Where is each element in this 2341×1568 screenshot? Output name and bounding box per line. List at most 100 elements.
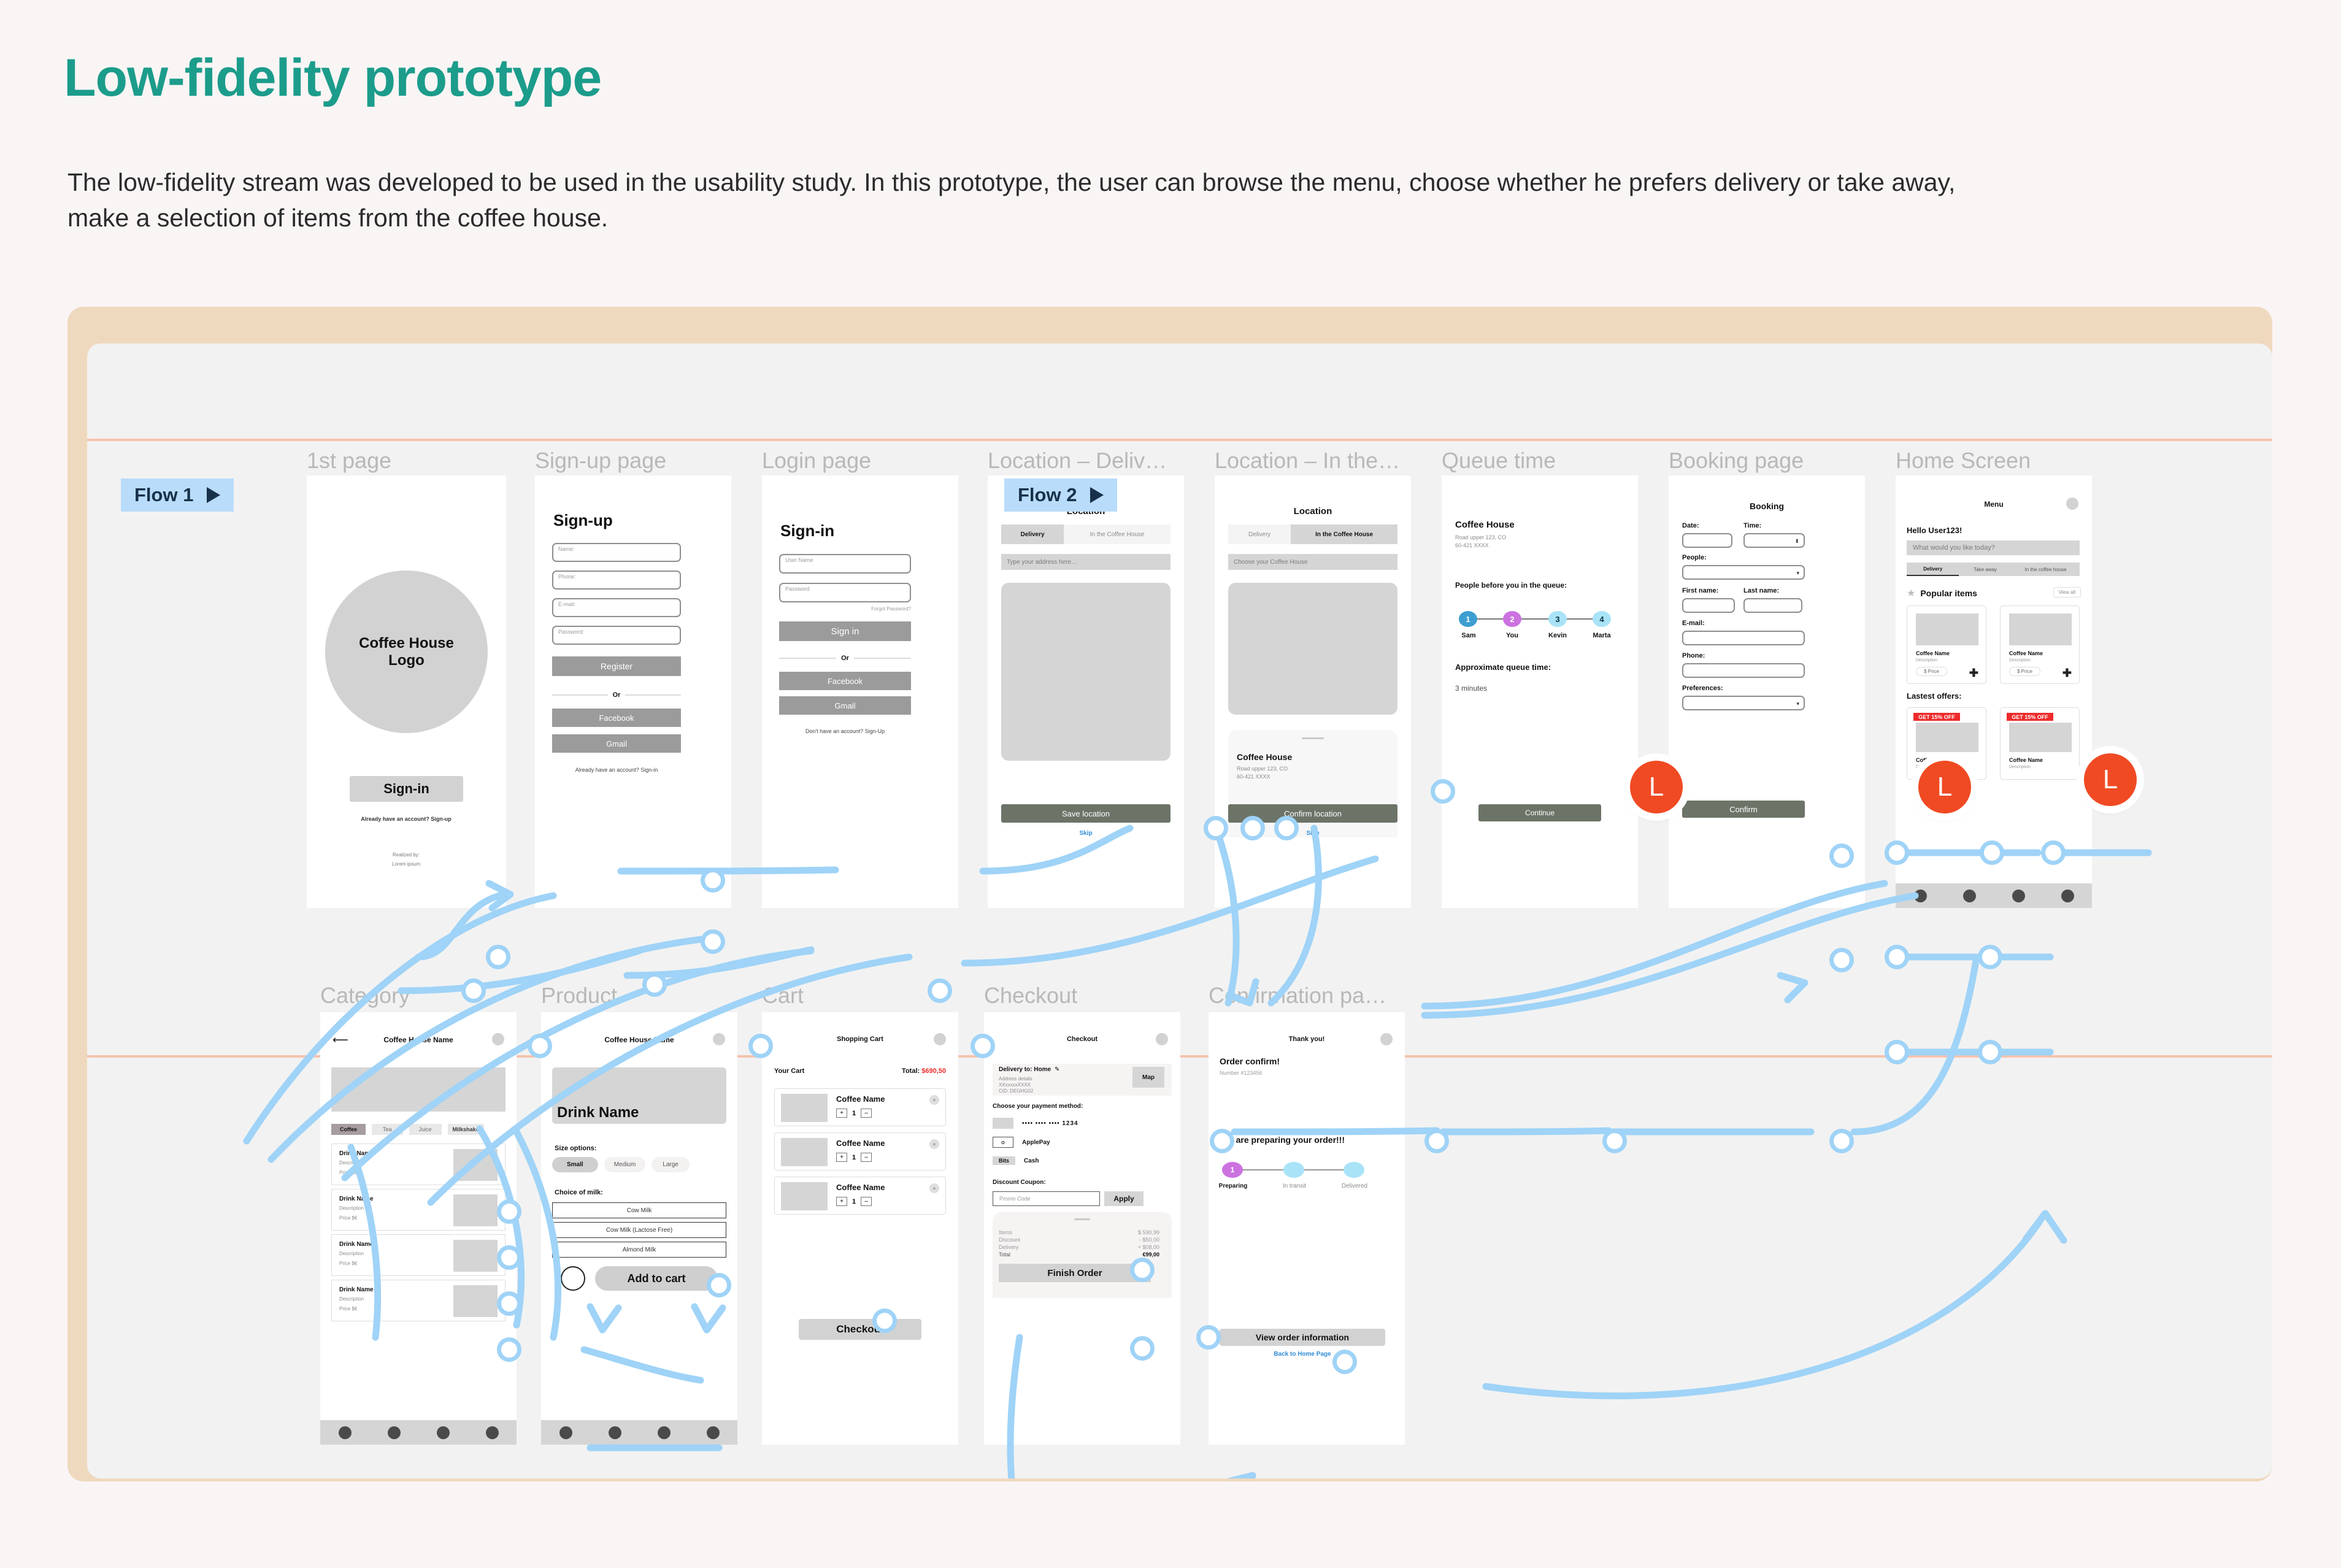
finish-order-button[interactable]: Finish Order xyxy=(999,1264,1151,1282)
step-in-transit-node[interactable] xyxy=(1283,1162,1304,1178)
hotspot-signup-gmail[interactable] xyxy=(701,929,725,954)
register-button[interactable]: Register xyxy=(552,656,681,676)
signup-facebook-button[interactable]: Facebook xyxy=(552,709,681,727)
nav-icon-profile[interactable] xyxy=(706,1426,720,1439)
login-facebook-button[interactable]: Facebook xyxy=(779,672,911,690)
chip-milkshake[interactable]: Milkshake xyxy=(447,1124,484,1135)
increment-icon[interactable]: + xyxy=(836,1153,847,1162)
view-all-button[interactable]: View all xyxy=(2053,587,2081,598)
remove-item-icon[interactable]: × xyxy=(929,1139,939,1149)
location-delivery-tabs[interactable]: Delivery In the Coffee House xyxy=(1001,525,1170,544)
flow-1-chip[interactable]: Flow 1 xyxy=(121,478,234,512)
queue-node-3[interactable]: 3 xyxy=(1548,611,1567,627)
confirmation-avatar-icon[interactable] xyxy=(1380,1033,1393,1045)
login-footer-text[interactable]: Don't have an account? Sign-Up xyxy=(779,728,911,734)
product-avatar-icon[interactable] xyxy=(713,1033,725,1045)
screen-booking[interactable]: Booking Date: Time: ⬍ People: ▾ First na… xyxy=(1669,475,1865,908)
screen-location-delivery[interactable]: Location Delivery In the Coffee House Ty… xyxy=(988,475,1184,908)
sign-in-submit-button[interactable]: Sign in xyxy=(779,621,911,641)
milk-option-almond[interactable]: Almond Milk xyxy=(552,1242,726,1258)
queue-node-2[interactable]: 2 xyxy=(1503,611,1521,627)
apply-coupon-button[interactable]: Apply xyxy=(1104,1191,1144,1206)
nav-icon-search[interactable] xyxy=(387,1426,401,1439)
increment-icon[interactable]: + xyxy=(836,1109,847,1118)
hotspot-register[interactable] xyxy=(701,868,725,893)
location-in-house-tabs[interactable]: Delivery In the Coffee House xyxy=(1228,525,1397,544)
home-avatar-icon[interactable] xyxy=(2066,498,2078,510)
skip-link[interactable]: Skip xyxy=(1001,830,1170,837)
hotspot-in-house-tab-b[interactable] xyxy=(1274,816,1299,840)
back-to-home-link[interactable]: Back to Home Page xyxy=(1220,1351,1385,1358)
avatar-queue[interactable]: L xyxy=(1630,761,1683,813)
nav-icon-cart[interactable] xyxy=(436,1426,450,1439)
cart-item-2[interactable]: Coffee Name + 1 – × xyxy=(774,1132,946,1170)
cart-checkout-button[interactable]: Checkout xyxy=(799,1319,921,1340)
prototype-canvas[interactable]: Flow 1 Flow 2 L L L 1st page Coffee Hous… xyxy=(87,344,2272,1478)
sheet-handle[interactable] xyxy=(1074,1218,1090,1220)
queue-node-1[interactable]: 1 xyxy=(1459,611,1477,627)
nav-icon-profile[interactable] xyxy=(2061,889,2074,902)
nav-icon-home[interactable] xyxy=(559,1426,572,1439)
booking-time-field[interactable]: ⬍ xyxy=(1743,533,1805,548)
cash-label[interactable]: Cash xyxy=(1024,1158,1039,1164)
screen-queue-time[interactable]: Coffee House Road upper 123, CO 60-421 X… xyxy=(1442,475,1638,908)
product-bottom-navbar[interactable] xyxy=(541,1420,737,1445)
popular-card-1[interactable]: Coffee Name Description $ Price ✚ xyxy=(1907,605,1986,684)
login-password-field[interactable]: Password xyxy=(779,583,911,602)
hotspot-product-back[interactable] xyxy=(528,1034,552,1058)
hotspot-login-footer[interactable] xyxy=(928,978,952,1003)
payment-option-applepay[interactable]: ⊜ ApplePay xyxy=(993,1137,1050,1148)
milk-option-cow[interactable]: Cow Milk xyxy=(552,1202,726,1218)
cart-item-3[interactable]: Coffee Name + 1 – × xyxy=(774,1177,946,1215)
category-item-4[interactable]: Drink Name Description Price $€ xyxy=(331,1280,505,1321)
sign-in-button[interactable]: Sign-in xyxy=(350,776,463,802)
hotspot-cart-back[interactable] xyxy=(748,1034,773,1058)
nav-icon-home[interactable] xyxy=(1913,889,1927,902)
category-bottom-navbar[interactable] xyxy=(320,1420,517,1445)
signup-phone-field[interactable]: Phone: xyxy=(552,571,681,590)
flow-2-chip[interactable]: Flow 2 xyxy=(1004,478,1118,512)
login-gmail-button[interactable]: Gmail xyxy=(779,696,911,715)
cart-avatar-icon[interactable] xyxy=(934,1033,946,1045)
signup-gmail-button[interactable]: Gmail xyxy=(552,734,681,753)
booking-firstname-field[interactable] xyxy=(1682,598,1735,613)
signup-password-field[interactable]: Password: xyxy=(552,626,681,645)
screen-confirmation[interactable]: Thank you! Order confirm! Number #123456… xyxy=(1209,1012,1405,1445)
hotspot-queue-continue[interactable] xyxy=(1602,1129,1627,1153)
nav-icon-cart[interactable] xyxy=(657,1426,671,1439)
booking-confirm-button[interactable]: Confirm xyxy=(1682,801,1805,818)
tab-delivery[interactable]: Delivery xyxy=(1907,563,1959,576)
hotspot-offer-card-2[interactable] xyxy=(1978,1040,2002,1064)
login-username-field[interactable]: User Name xyxy=(779,554,911,574)
screen-first-page[interactable]: Coffee House Logo Sign-in Already have a… xyxy=(307,475,506,908)
nav-icon-profile[interactable] xyxy=(485,1426,499,1439)
view-order-information-button[interactable]: View order information xyxy=(1220,1329,1385,1346)
avatar-home-left[interactable]: L xyxy=(1918,761,1971,813)
checkout-avatar-icon[interactable] xyxy=(1156,1033,1168,1045)
hotspot-finish-order[interactable] xyxy=(1130,1336,1155,1361)
tab-in-the-coffee-house[interactable]: In the Coffee House xyxy=(1064,525,1170,544)
booking-lastname-field[interactable] xyxy=(1743,598,1802,613)
sheet-handle[interactable] xyxy=(1302,737,1324,739)
signup-email-field[interactable]: E-mail: xyxy=(552,598,681,617)
chip-juice[interactable]: Juice xyxy=(409,1124,442,1135)
hotspot-delivery-tab[interactable] xyxy=(1204,816,1228,840)
map-placeholder[interactable] xyxy=(1001,583,1170,761)
nav-icon-home[interactable] xyxy=(338,1426,352,1439)
pencil-icon[interactable]: ✎ xyxy=(1055,1066,1059,1073)
screen-cart[interactable]: Shopping Cart Your Cart Total: $690,50 C… xyxy=(762,1012,958,1445)
tab-delivery[interactable]: Delivery xyxy=(1001,525,1064,544)
screen-product[interactable]: Coffee House Name Drink Name Size option… xyxy=(541,1012,737,1445)
add-to-cart-button[interactable]: Add to cart xyxy=(595,1266,718,1291)
category-item-3[interactable]: Drink Name Description Price $€ xyxy=(331,1234,505,1276)
screen-location-in-house[interactable]: Location Delivery In the Coffee House Ch… xyxy=(1215,475,1411,908)
coffee-house-search-input[interactable]: Choose your Coffee House xyxy=(1228,554,1397,570)
cart-item-3-stepper[interactable]: + 1 – xyxy=(836,1197,872,1206)
category-item-1[interactable]: Drink Name Description Price $€ xyxy=(331,1143,505,1185)
home-bottom-navbar[interactable] xyxy=(1896,883,2092,908)
popular-card-2[interactable]: Coffee Name Description $ Price ✚ xyxy=(2000,605,2080,684)
hotspot-confirm-location[interactable] xyxy=(1424,1129,1449,1153)
milk-option-cow-lactose-free[interactable]: Cow Milk (Lactose Free) xyxy=(552,1222,726,1238)
screen-signup[interactable]: Sign-up Name: Phone: E-mail: Password: R… xyxy=(535,475,731,908)
screen-login[interactable]: Sign-in User Name Password Forgot Passwo… xyxy=(762,475,958,908)
